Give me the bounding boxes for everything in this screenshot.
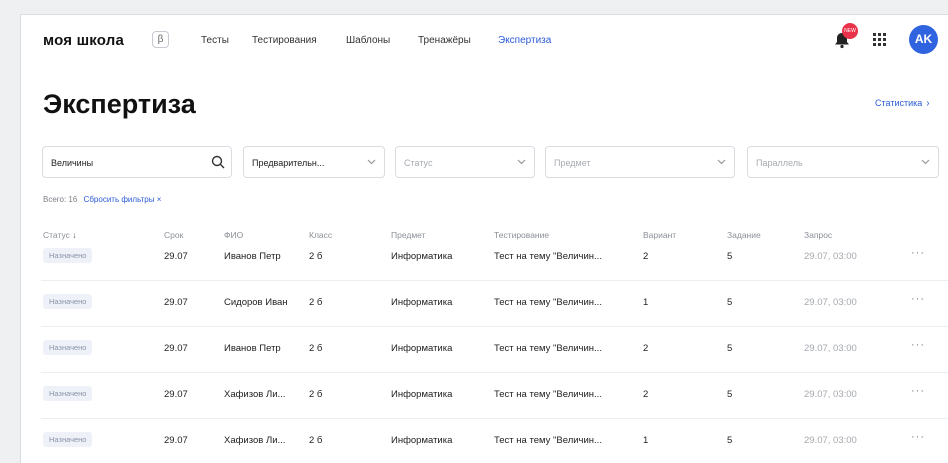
apps-grid-icon[interactable] — [873, 33, 886, 46]
status-badge: Назначено — [43, 248, 93, 263]
logo[interactable]: моя школа — [43, 32, 124, 49]
testing-cell: Тест на тему "Величин... — [494, 251, 602, 262]
chevron-down-icon — [367, 159, 376, 165]
status-badge: Назначено — [43, 340, 93, 355]
request-cell: 29.07, 03:00 — [804, 343, 857, 354]
name-cell: Иванов Петр — [224, 343, 281, 354]
variant-cell: 2 — [643, 251, 649, 262]
class-cell: 2 б — [309, 251, 323, 262]
parallel-select-placeholder: Параллель — [756, 158, 803, 168]
chevron-down-icon — [921, 159, 930, 165]
more-icon[interactable]: ··· — [911, 339, 925, 351]
total-count: Всего: 16 — [43, 195, 78, 204]
status-select[interactable]: Статус — [395, 146, 535, 178]
name-cell: Хафизов Ли... — [224, 435, 286, 446]
subject-cell: Информатика — [391, 389, 453, 400]
testing-cell: Тест на тему "Величин... — [494, 343, 602, 354]
subject-cell: Информатика — [391, 297, 453, 308]
app-frame: моя школа β Тесты Тестирования Шаблоны Т… — [20, 14, 948, 463]
testing-cell: Тест на тему "Величин... — [494, 435, 602, 446]
subject-cell: Информатика — [391, 343, 453, 354]
class-cell: 2 б — [309, 435, 323, 446]
more-icon[interactable]: ··· — [911, 293, 925, 305]
name-cell: Хафизов Ли... — [224, 389, 286, 400]
nav-expertise[interactable]: Экспертиза — [498, 35, 551, 46]
notification-badge: NEW — [842, 23, 858, 39]
table-row[interactable]: Назначено 29.07 Сидоров Иван 2 б Информа… — [21, 281, 948, 327]
request-cell: 29.07, 03:00 — [804, 251, 857, 262]
nav-tests[interactable]: Тесты — [201, 35, 229, 46]
class-cell: 2 б — [309, 389, 323, 400]
statistics-link-label: Статистика — [875, 98, 923, 108]
status-badge: Назначено — [43, 386, 93, 401]
more-icon[interactable]: ··· — [911, 431, 925, 443]
variant-cell: 1 — [643, 435, 649, 446]
search-icon[interactable] — [211, 155, 225, 169]
class-cell: 2 б — [309, 343, 323, 354]
table-row[interactable]: Назначено 29.07 Хафизов Ли... 2 б Информ… — [21, 373, 948, 419]
subject-cell: Информатика — [391, 435, 453, 446]
table-row[interactable]: Назначено 29.07 Хафизов Ли... 2 б Информ… — [21, 419, 948, 463]
name-cell: Иванов Петр — [224, 251, 281, 262]
variant-cell: 1 — [643, 297, 649, 308]
nav-trainers[interactable]: Тренажёры — [418, 35, 471, 46]
task-cell: 5 — [727, 389, 733, 400]
chevron-down-icon — [517, 159, 526, 165]
parallel-select[interactable]: Параллель — [747, 146, 939, 178]
task-cell: 5 — [727, 251, 733, 262]
subject-cell: Информатика — [391, 251, 453, 262]
reset-filters-link[interactable]: Сбросить фильтры × — [84, 195, 162, 204]
variant-cell: 2 — [643, 389, 649, 400]
class-cell: 2 б — [309, 297, 323, 308]
deadline-cell: 29.07 — [164, 251, 188, 262]
statistics-link[interactable]: Статистика › — [875, 98, 930, 109]
testing-cell: Тест на тему "Величин... — [494, 389, 602, 400]
page-title: Экспертиза — [43, 89, 196, 119]
nav-testings[interactable]: Тестирования — [252, 35, 317, 46]
testing-cell: Тест на тему "Величин... — [494, 297, 602, 308]
deadline-cell: 29.07 — [164, 389, 188, 400]
beta-badge: β — [152, 31, 169, 48]
variant-cell: 2 — [643, 343, 649, 354]
subject-select-placeholder: Предмет — [554, 158, 591, 168]
top-header: моя школа β Тесты Тестирования Шаблоны Т… — [21, 15, 948, 63]
search-value: Величины — [51, 158, 94, 168]
nav-templates[interactable]: Шаблоны — [346, 35, 390, 46]
task-cell: 5 — [727, 435, 733, 446]
request-cell: 29.07, 03:00 — [804, 389, 857, 400]
results-summary: Всего: 16 Сбросить фильтры × — [43, 195, 161, 204]
request-cell: 29.07, 03:00 — [804, 297, 857, 308]
stage-select[interactable]: Предварительн... — [243, 146, 385, 178]
deadline-cell: 29.07 — [164, 435, 188, 446]
chevron-down-icon — [717, 159, 726, 165]
request-cell: 29.07, 03:00 — [804, 435, 857, 446]
name-cell: Сидоров Иван — [224, 297, 288, 308]
deadline-cell: 29.07 — [164, 343, 188, 354]
table-row[interactable]: Назначено 29.07 Иванов Петр 2 б Информат… — [21, 235, 948, 281]
more-icon[interactable]: ··· — [911, 247, 925, 259]
task-cell: 5 — [727, 343, 733, 354]
avatar[interactable]: AK — [909, 25, 938, 54]
more-icon[interactable]: ··· — [911, 385, 925, 397]
task-cell: 5 — [727, 297, 733, 308]
table-row[interactable]: Назначено 29.07 Иванов Петр 2 б Информат… — [21, 327, 948, 373]
status-select-placeholder: Статус — [404, 158, 433, 168]
stage-select-value: Предварительн... — [252, 158, 325, 168]
status-badge: Назначено — [43, 432, 93, 447]
status-badge: Назначено — [43, 294, 93, 309]
subject-select[interactable]: Предмет — [545, 146, 735, 178]
search-input[interactable]: Величины — [42, 146, 232, 178]
chevron-right-icon: › — [926, 98, 930, 109]
deadline-cell: 29.07 — [164, 297, 188, 308]
